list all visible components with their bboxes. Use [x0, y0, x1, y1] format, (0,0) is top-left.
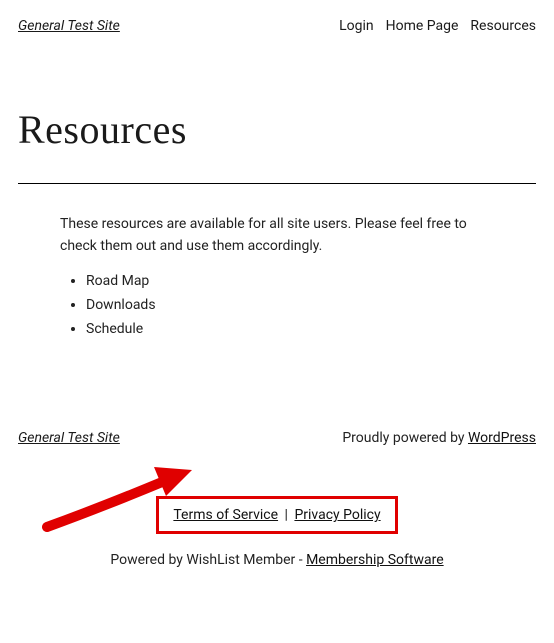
legal-separator: |	[281, 507, 291, 523]
tos-link[interactable]: Terms of Service	[173, 507, 278, 523]
footer-credit-link[interactable]: Membership Software	[306, 552, 444, 568]
title-divider	[18, 183, 536, 184]
footer-credit: Powered by WishList Member - Membership …	[18, 552, 536, 568]
footer-powered: Proudly powered by WordPress	[342, 430, 536, 446]
list-item: Road Map	[86, 271, 494, 293]
footer-credit-prefix: Powered by WishList Member -	[110, 552, 306, 568]
list-item: Schedule	[86, 319, 494, 341]
footer-powered-link[interactable]: WordPress	[468, 430, 536, 446]
footer-legal-row: Terms of Service | Privacy Policy	[18, 496, 536, 534]
list-item: Downloads	[86, 295, 494, 317]
footer-powered-prefix: Proudly powered by	[342, 430, 468, 446]
nav-login[interactable]: Login	[339, 18, 374, 34]
intro-paragraph: These resources are available for all si…	[60, 214, 494, 257]
nav-home[interactable]: Home Page	[386, 18, 459, 34]
content: These resources are available for all si…	[18, 214, 536, 340]
page-title: Resources	[18, 106, 536, 153]
footer-top: General Test Site Proudly powered by Wor…	[18, 430, 536, 446]
page-wrap: General Test Site Login Home Page Resour…	[0, 0, 554, 588]
resource-list: Road Map Downloads Schedule	[60, 271, 494, 340]
nav-resources[interactable]: Resources	[470, 18, 536, 34]
header: General Test Site Login Home Page Resour…	[18, 18, 536, 34]
legal-links-highlight-box: Terms of Service | Privacy Policy	[156, 496, 397, 534]
footer-site-title-link[interactable]: General Test Site	[18, 430, 120, 446]
privacy-link[interactable]: Privacy Policy	[294, 507, 380, 523]
primary-nav: Login Home Page Resources	[339, 18, 536, 34]
site-title-link[interactable]: General Test Site	[18, 18, 120, 34]
